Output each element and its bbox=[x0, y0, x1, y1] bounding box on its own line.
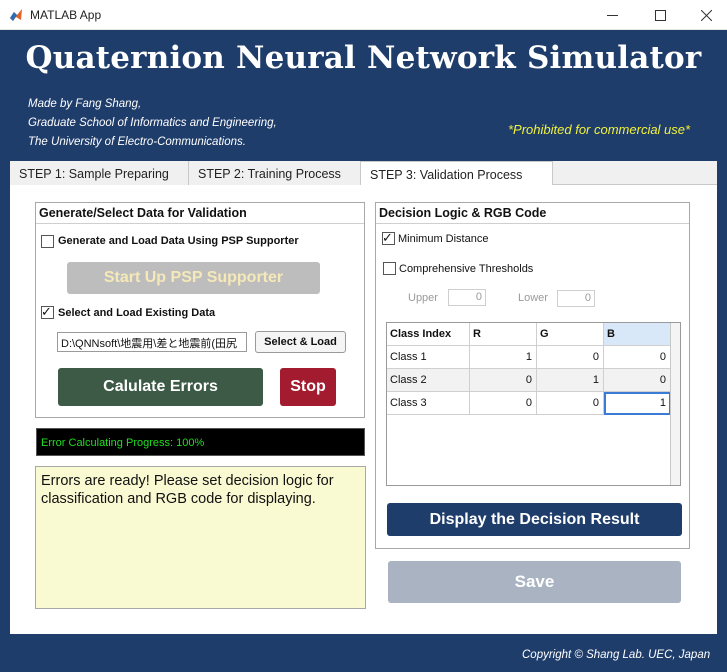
panel-title: Decision Logic & RGB Code bbox=[379, 206, 547, 220]
credits: Made by Fang Shang, Graduate School of I… bbox=[28, 95, 277, 152]
copyright: Copyright © Shang Lab. UEC, Japan bbox=[522, 649, 711, 661]
message-box: Errors are ready! Please set decision lo… bbox=[35, 466, 366, 609]
window-titlebar: MATLAB App bbox=[0, 0, 727, 30]
lower-field[interactable]: 0 bbox=[557, 290, 595, 307]
table-cell-b-selected[interactable]: 1 bbox=[604, 392, 671, 415]
close-icon bbox=[700, 9, 712, 21]
maximize-button[interactable] bbox=[637, 0, 683, 30]
progress-bar: Error Calculating Progress: 100% bbox=[36, 428, 365, 456]
app-heading: Quaternion Neural Network Simulator bbox=[25, 40, 702, 76]
lower-label: Lower bbox=[518, 292, 548, 304]
panel-title: Generate/Select Data for Validation bbox=[39, 206, 247, 220]
select-existing-checkbox-label: Select and Load Existing Data bbox=[58, 307, 216, 319]
prohibited-notice: *Prohibited for commercial use* bbox=[508, 122, 691, 137]
table-cell-g[interactable]: 0 bbox=[537, 392, 604, 415]
table-header-r[interactable]: R bbox=[470, 323, 537, 346]
close-button[interactable] bbox=[683, 0, 727, 30]
panel-divider bbox=[36, 223, 364, 224]
calculate-errors-button[interactable]: Calulate Errors bbox=[58, 368, 263, 406]
table-header-b[interactable]: B bbox=[604, 323, 671, 346]
table-cell-g[interactable]: 1 bbox=[537, 369, 604, 392]
comprehensive-checkbox[interactable] bbox=[383, 262, 396, 275]
table-header-class-index[interactable]: Class Index bbox=[387, 323, 470, 346]
table-cell-r[interactable]: 1 bbox=[470, 346, 537, 369]
progress-text: Error Calculating Progress: 100% bbox=[41, 437, 205, 449]
table-cell-r[interactable]: 0 bbox=[470, 369, 537, 392]
maximize-icon bbox=[654, 9, 666, 21]
table-cell-class[interactable]: Class 1 bbox=[387, 346, 470, 369]
rgb-table[interactable]: Class Index R G B Class 1 1 0 0 Class 2 … bbox=[386, 322, 681, 486]
tab-step2[interactable]: STEP 2: Training Process bbox=[189, 161, 361, 185]
upper-field[interactable]: 0 bbox=[448, 289, 486, 306]
comprehensive-label: Comprehensive Thresholds bbox=[399, 263, 534, 275]
min-distance-checkbox[interactable]: ✓ bbox=[382, 230, 395, 245]
table-cell-class[interactable]: Class 2 bbox=[387, 369, 470, 392]
table-scrollbar[interactable] bbox=[670, 323, 680, 485]
tab-step1[interactable]: STEP 1: Sample Preparing bbox=[10, 161, 189, 185]
minimize-icon bbox=[606, 14, 618, 16]
upper-label: Upper bbox=[408, 292, 438, 304]
select-load-button[interactable]: Select & Load bbox=[255, 331, 346, 353]
min-distance-label: Minimum Distance bbox=[398, 233, 489, 245]
credits-line: Graduate School of Informatics and Engin… bbox=[28, 117, 277, 129]
matlab-icon bbox=[10, 9, 22, 21]
table-cell-b[interactable]: 0 bbox=[604, 369, 671, 392]
generate-checkbox[interactable] bbox=[41, 235, 54, 248]
credits-line: The University of Electro-Communications… bbox=[28, 136, 246, 148]
panel-divider bbox=[376, 223, 689, 224]
minimize-button[interactable] bbox=[589, 0, 635, 30]
table-cell-class[interactable]: Class 3 bbox=[387, 392, 470, 415]
table-cell-g[interactable]: 0 bbox=[537, 346, 604, 369]
tab-step3[interactable]: STEP 3: Validation Process bbox=[361, 161, 553, 186]
table-header-g[interactable]: G bbox=[537, 323, 604, 346]
file-path-field[interactable]: D:\QNNsoft\地震用\差と地震前(田尻 bbox=[57, 332, 247, 352]
select-existing-checkbox[interactable]: ✓ bbox=[41, 304, 54, 319]
credits-line: Made by Fang Shang, bbox=[28, 98, 142, 110]
tab-bar: STEP 1: Sample Preparing STEP 2: Trainin… bbox=[10, 161, 717, 186]
checkmark-icon: ✓ bbox=[382, 230, 393, 245]
table-cell-b[interactable]: 0 bbox=[604, 346, 671, 369]
window-title: MATLAB App bbox=[30, 8, 102, 22]
display-decision-button[interactable]: Display the Decision Result bbox=[387, 503, 682, 536]
table-cell-r[interactable]: 0 bbox=[470, 392, 537, 415]
save-button[interactable]: Save bbox=[388, 561, 681, 603]
stop-button[interactable]: Stop bbox=[280, 368, 336, 406]
psp-supporter-button[interactable]: Start Up PSP Supporter bbox=[67, 262, 320, 294]
checkmark-icon: ✓ bbox=[41, 304, 52, 319]
generate-checkbox-label: Generate and Load Data Using PSP Support… bbox=[58, 235, 299, 247]
